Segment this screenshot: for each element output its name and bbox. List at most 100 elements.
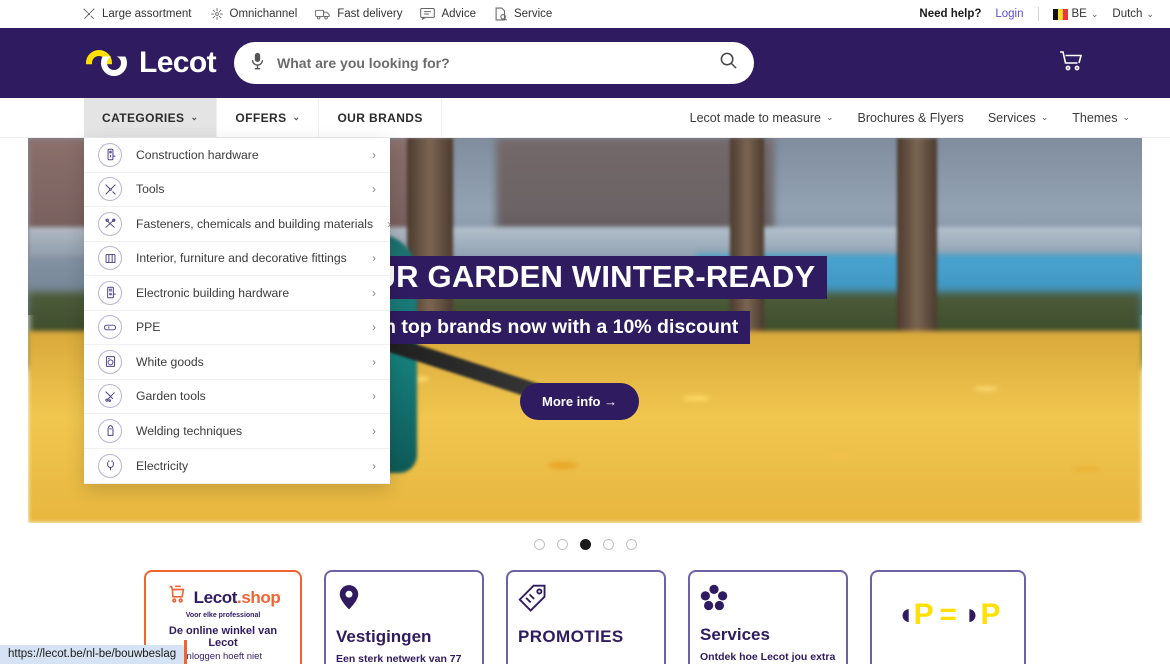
carousel-dot-5[interactable] xyxy=(625,539,637,550)
usp-omnichannel[interactable]: Omnichannel xyxy=(210,7,297,21)
nav-secondary: Lecot made to measure ⌄ Brochures & Flye… xyxy=(690,98,1130,137)
carousel-dot-2[interactable] xyxy=(556,539,568,550)
usp-label: Large assortment xyxy=(102,8,192,20)
carousel-dot-1[interactable] xyxy=(533,539,545,550)
card-promoties[interactable]: PROMOTIES xyxy=(506,570,666,664)
dropdown-item-interior-furniture[interactable]: Interior, furniture and decorative fitti… xyxy=(84,241,390,276)
dropdown-item-label: Electricity xyxy=(136,458,189,473)
dropdown-item-electricity[interactable]: Electricity › xyxy=(84,448,390,483)
usp-advice[interactable]: Advice xyxy=(420,7,476,21)
nav-label: Lecot made to measure xyxy=(689,110,821,125)
language-label: Dutch xyxy=(1112,8,1143,20)
tools-icon xyxy=(98,177,122,202)
dropdown-item-ppe[interactable]: PPE › xyxy=(84,310,390,345)
usp-large-assortment[interactable]: Large assortment xyxy=(82,7,192,21)
carousel-dot-3[interactable] xyxy=(579,539,591,550)
chevron-right-icon: › xyxy=(372,423,376,438)
chevron-right-icon: › xyxy=(372,285,376,300)
dropdown-item-electronic-building-hardware[interactable]: Electronic building hardware › xyxy=(84,276,390,311)
country-code: BE xyxy=(1071,8,1087,20)
price-tag-icon xyxy=(518,584,548,618)
gear-flower-icon xyxy=(700,584,728,616)
shop-card-tagline: Voor elke professional xyxy=(185,612,261,619)
chevron-down-icon: ⌄ xyxy=(190,112,199,122)
chevron-down-icon: ⌄ xyxy=(1122,112,1130,122)
nav-label: Brochures & Flyers xyxy=(857,110,964,125)
card-body: Een sterk netwerk van 77 vestigingen ver… xyxy=(336,653,462,664)
usp-label: Service xyxy=(513,8,553,20)
search-icon[interactable] xyxy=(719,51,738,75)
usp-fast-delivery[interactable]: Fast delivery xyxy=(315,7,402,21)
search-input[interactable] xyxy=(277,55,708,71)
cart-button[interactable] xyxy=(1058,49,1084,78)
nav-label: Themes xyxy=(1072,110,1118,125)
dropdown-item-garden-tools[interactable]: Garden tools › xyxy=(84,379,390,414)
chevron-right-icon: › xyxy=(372,251,376,266)
carousel-dot-4[interactable] xyxy=(602,539,614,550)
omnichannel-icon xyxy=(210,7,224,21)
card-op-is-op[interactable]: ◖P = ◗P xyxy=(870,570,1026,664)
shop-logo-name: Lecot xyxy=(193,587,238,607)
op-is-op-icon: ◖P = ◗P xyxy=(896,598,1001,631)
belgium-flag-icon xyxy=(1052,8,1068,20)
electronic-lock-icon xyxy=(98,280,122,305)
card-title: PROMOTIES xyxy=(518,627,624,646)
card-title: Vestigingen xyxy=(336,627,432,646)
dropdown-item-construction-hardware[interactable]: Construction hardware › xyxy=(84,138,390,173)
chevron-down-icon: ⌄ xyxy=(292,112,301,122)
card-vestigingen[interactable]: Vestigingen Een sterk netwerk van 77 ves… xyxy=(324,570,484,664)
chevron-down-icon: ⌄ xyxy=(825,112,834,122)
utility-bar: Large assortment Omnichannel Fast delive… xyxy=(0,0,1170,28)
search-bar[interactable] xyxy=(234,42,755,84)
card-title: Services xyxy=(700,625,770,644)
tools-icon xyxy=(82,7,96,21)
nav-brochures-flyers[interactable]: Brochures & Flyers xyxy=(858,111,964,125)
service-icon xyxy=(494,7,508,21)
logo[interactable]: Lecot xyxy=(86,46,217,80)
dropdown-item-welding-techniques[interactable]: Welding techniques › xyxy=(84,414,390,449)
need-help-link[interactable]: Need help? xyxy=(919,8,981,20)
dropdown-item-label: Interior, furniture and decorative fitti… xyxy=(136,251,347,266)
location-pin-icon xyxy=(336,585,362,618)
dropdown-item-label: PPE xyxy=(136,320,161,335)
card-services[interactable]: Services Ontdek hoe Lecot jou extra xyxy=(688,570,848,664)
safety-goggles-icon xyxy=(98,315,122,340)
nav-made-to-measure[interactable]: Lecot made to measure ⌄ xyxy=(690,111,834,125)
dropdown-item-label: Tools xyxy=(136,182,165,197)
nav-label: OFFERS xyxy=(235,110,287,125)
country-selector[interactable]: BE ⌄ xyxy=(1052,8,1099,20)
utility-bar-right: Need help? Login BE ⌄ Dutch ⌄ xyxy=(919,7,1154,21)
carousel-dots xyxy=(0,539,1170,550)
dropdown-item-label: White goods xyxy=(136,354,204,369)
nav-offers[interactable]: OFFERS ⌄ xyxy=(217,98,320,137)
nav-themes[interactable]: Themes ⌄ xyxy=(1072,111,1130,125)
opop-p-left: P xyxy=(913,598,933,631)
usp-service[interactable]: Service xyxy=(494,7,552,21)
nav-categories[interactable]: CATEGORIES ⌄ xyxy=(84,98,218,137)
chevron-right-icon: › xyxy=(387,216,392,231)
brand-name: Lecot xyxy=(139,46,217,79)
categories-dropdown: Construction hardware › Tools › Fastener… xyxy=(84,138,392,484)
chevron-right-icon: › xyxy=(372,147,376,162)
usp-label: Fast delivery xyxy=(337,8,403,20)
hero-more-info-button[interactable]: More info → xyxy=(520,383,640,420)
dropdown-item-white-goods[interactable]: White goods › xyxy=(84,345,390,380)
login-link[interactable]: Login xyxy=(995,8,1023,20)
furniture-icon xyxy=(98,246,122,271)
nav-our-brands[interactable]: OUR BRANDS xyxy=(319,98,442,137)
dropdown-item-label: Fasteners, chemicals and building materi… xyxy=(136,216,374,231)
shop-logo-suffix: .shop xyxy=(237,587,281,607)
microphone-icon[interactable] xyxy=(250,52,265,75)
card-body: Ontdek hoe Lecot jou extra xyxy=(700,651,836,663)
nav-label: OUR BRANDS xyxy=(337,110,423,125)
dropdown-item-fasteners[interactable]: Fasteners, chemicals and building materi… xyxy=(84,207,392,242)
chat-icon xyxy=(420,7,436,21)
dropdown-item-tools[interactable]: Tools › xyxy=(84,172,390,207)
opop-p-right: P xyxy=(980,598,1000,631)
chevron-down-icon: ⌄ xyxy=(1090,8,1099,19)
door-handle-icon xyxy=(98,142,122,167)
language-selector[interactable]: Dutch ⌄ xyxy=(1112,8,1154,20)
chevron-right-icon: › xyxy=(372,458,376,473)
usp-label: Advice xyxy=(441,8,476,20)
nav-services[interactable]: Services ⌄ xyxy=(988,111,1048,125)
